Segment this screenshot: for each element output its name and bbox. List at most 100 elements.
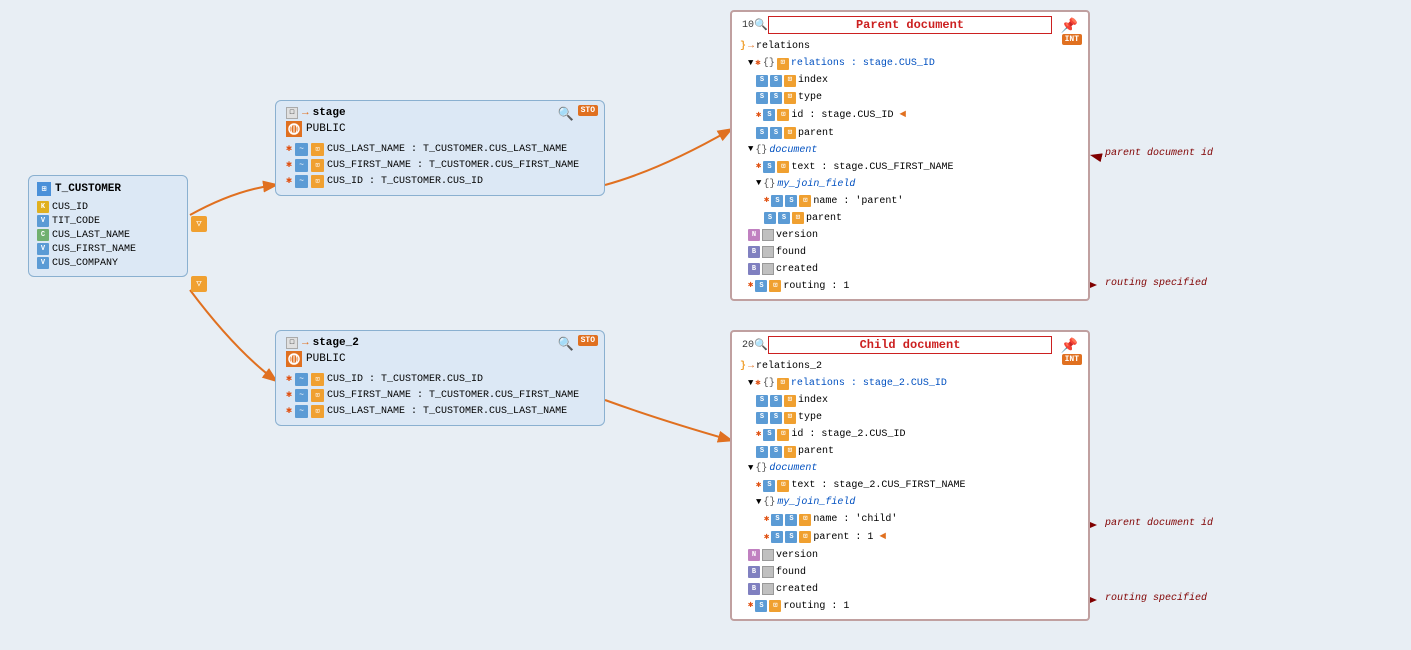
col-name: CUS_ID (52, 202, 88, 213)
stage-doc-icon: □ (286, 337, 298, 349)
parent-val-arrow: ◄ (879, 529, 886, 546)
filter-icon-bottom[interactable]: ▽ (191, 276, 207, 292)
index-label: index (798, 73, 828, 88)
e-icon3 (762, 246, 774, 258)
tree-created2: B created (748, 581, 1082, 598)
n-icon: N (748, 229, 760, 241)
filter-icon-top[interactable]: ▽ (191, 216, 207, 232)
schema-icon-bottom (286, 351, 302, 367)
s-icon: S (785, 514, 797, 526)
v-icon: V (37, 215, 49, 227)
customer-table: ⊞ T_CUSTOMER K CUS_ID V TIT_CODE C CUS_L… (28, 175, 188, 277)
e-icon: ⊡ (777, 109, 789, 121)
s-icon: S (771, 195, 783, 207)
col-name: CUS_FIRST_NAME (52, 244, 136, 255)
table-row: K CUS_ID (37, 200, 179, 214)
child-doc-title: Child document (768, 336, 1052, 354)
v-icon: V (37, 257, 49, 269)
stage-top-box: 🔍 STO □ → stage PUBLIC ✱ ~ ⊡ CUS_LAST_NA… (275, 100, 605, 196)
expand3[interactable]: ▼ (756, 177, 761, 191)
stage-header-bottom: □ → stage_2 (286, 337, 594, 349)
e-icon: ⊡ (769, 600, 781, 612)
s-icon: S (756, 75, 768, 87)
badge-sto-bottom: STO (578, 335, 598, 346)
version-label: version (776, 228, 818, 243)
expand[interactable]: ▼ (748, 57, 753, 71)
e-icon4 (762, 263, 774, 275)
created-label: created (776, 262, 818, 277)
expand-c2[interactable]: ▼ (748, 462, 753, 476)
expand-c3[interactable]: ▼ (756, 496, 761, 510)
star-c2: ✱ (756, 428, 761, 442)
col-name: CUS_COMPANY (52, 258, 118, 269)
tilde-icon: ~ (295, 389, 308, 402)
parent-c-label: parent (798, 444, 834, 459)
search-icon-doc-top[interactable]: 🔍 (754, 18, 768, 32)
mapping-row: ✱ ~ ⊡ CUS_LAST_NAME : T_CUSTOMER.CUS_LAS… (286, 403, 594, 419)
tree-parent: S S ⊡ parent (756, 125, 1082, 142)
tree-type2: S S ⊡ type (756, 409, 1082, 426)
parent-label: parent (798, 126, 834, 141)
arrow: → (748, 39, 754, 54)
e-icon: ⊡ (777, 161, 789, 173)
e-icon: ⊡ (777, 429, 789, 441)
b-icon: B (748, 263, 760, 275)
table-header: ⊞ T_CUSTOMER (37, 182, 179, 196)
mapping-row: ✱ ~ ⊡ CUS_ID : T_CUSTOMER.CUS_ID (286, 371, 594, 387)
s-icon: S (756, 412, 768, 424)
s-icon: S (770, 395, 782, 407)
search-icon-doc-bottom[interactable]: 🔍 (754, 338, 768, 352)
tree-relations: } → relations (740, 38, 1082, 55)
tree-name: ✱ S S ⊡ name : 'parent' (764, 193, 1082, 210)
expand2[interactable]: ▼ (748, 143, 753, 157)
annotation-routing-top: routing specified (1105, 278, 1207, 289)
tree-name2: ✱ S S ⊡ name : 'child' (764, 511, 1082, 528)
pin-icon-bottom: 📌 (1061, 338, 1078, 355)
star-icon: ✱ (286, 405, 292, 417)
curly-c3: {} (763, 495, 775, 510)
tree-type: S S ⊡ type (756, 89, 1082, 106)
star-c4: ✱ (764, 513, 769, 527)
mapping-text: CUS_LAST_NAME : T_CUSTOMER.CUS_LAST_NAME (327, 144, 567, 155)
tree-join-field2: ▼ {} my_join_field (756, 494, 1082, 511)
n-icon: N (748, 549, 760, 561)
found2-label: found (776, 565, 806, 580)
annotation-parent-doc-id-top: parent document id (1105, 148, 1213, 159)
table-name: T_CUSTOMER (55, 183, 121, 195)
star-c6: ✱ (748, 599, 753, 613)
annotation-parent-doc-id-bottom: parent document id (1105, 518, 1213, 529)
tree-relation-node2: ▼ ✱ {} ⊡ relations : stage_2.CUS_ID (748, 375, 1082, 392)
parent-val-label: parent : 1 (813, 530, 873, 545)
e-icon: ⊡ (784, 395, 796, 407)
mapping-text: CUS_LAST_NAME : T_CUSTOMER.CUS_LAST_NAME (327, 406, 567, 417)
key-icon: ⊡ (311, 389, 324, 402)
parent-doc-panel: 10 🔍 Parent document 📌 INT } → relations… (730, 10, 1090, 301)
e-icon: ⊡ (799, 195, 811, 207)
table-icon: ⊞ (37, 182, 51, 196)
search-icon-top[interactable]: 🔍 (558, 107, 574, 122)
arrow2: → (748, 359, 754, 374)
table-row: V CUS_COMPANY (37, 256, 179, 270)
relations-label: relations (756, 39, 810, 54)
expand-c1[interactable]: ▼ (748, 377, 753, 391)
doc-count-top: 10 (742, 20, 754, 31)
version2-label: version (776, 548, 818, 563)
stage-header-top: □ → stage (286, 107, 594, 119)
tree-found: B found (748, 244, 1082, 261)
col-name: CUS_LAST_NAME (52, 230, 130, 241)
mapping-text: CUS_ID : T_CUSTOMER.CUS_ID (327, 176, 483, 187)
badge-sto-top: STO (578, 105, 598, 116)
col-name: TIT_CODE (52, 216, 100, 227)
s-icon: S (771, 514, 783, 526)
tilde-icon: ~ (295, 143, 308, 156)
mapping-text: CUS_ID : T_CUSTOMER.CUS_ID (327, 374, 483, 385)
s-icon: S (770, 127, 782, 139)
e-icon: ⊡ (784, 75, 796, 87)
s-icon: S (770, 412, 782, 424)
star-c3: ✱ (756, 479, 761, 493)
search-icon-bottom[interactable]: 🔍 (558, 337, 574, 352)
pin-icon-top: 📌 (1061, 18, 1078, 35)
annotation-routing-bottom: routing specified (1105, 593, 1207, 604)
stage-schema-top: PUBLIC (286, 121, 594, 137)
v-icon: V (37, 243, 49, 255)
